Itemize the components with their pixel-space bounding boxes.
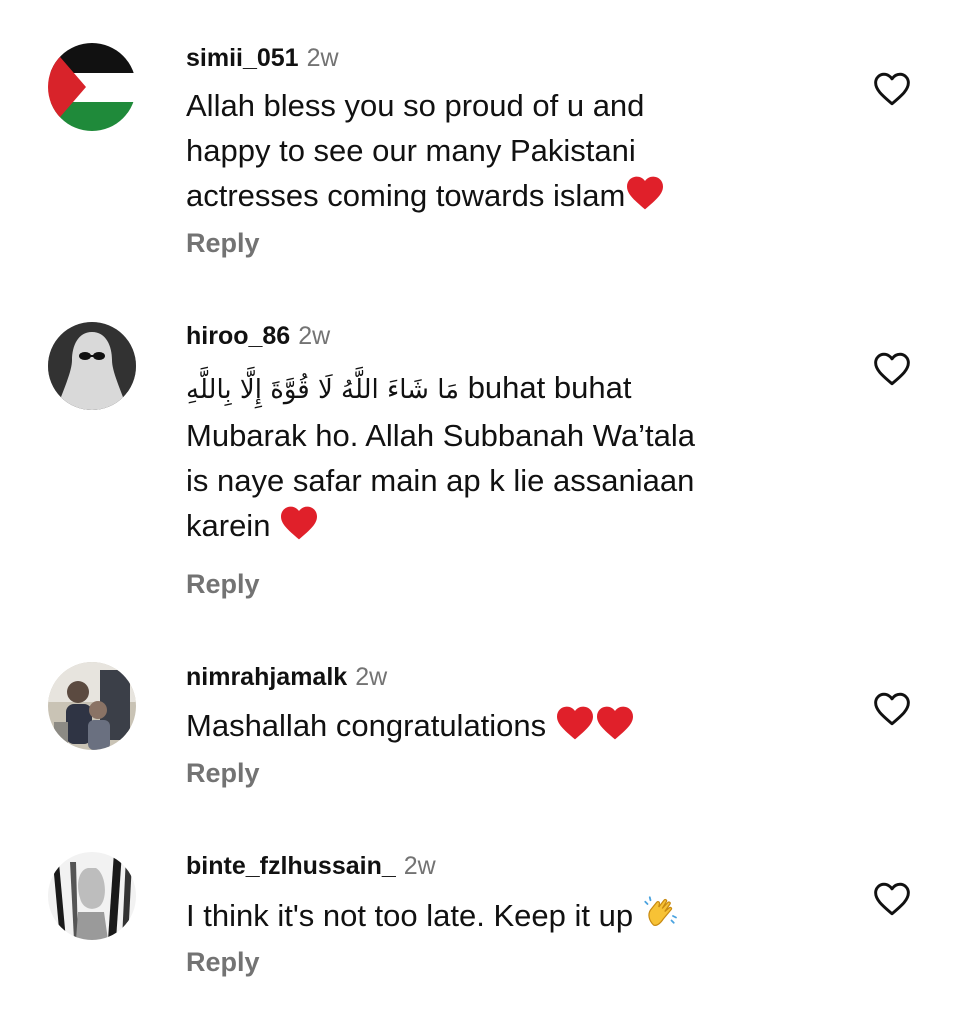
comment-text-line: I think it's not too late. Keep it up (186, 893, 826, 938)
comment-text-segment: I think it's not too late. Keep it up (186, 898, 634, 933)
comment-item: binte_fzlhussain_ 2w I think it's not too… (0, 0, 967, 1010)
clapping-hands-emoji (644, 896, 677, 926)
username[interactable]: binte_fzlhussain_ (186, 852, 396, 880)
reply-button[interactable]: Reply (186, 946, 260, 978)
comment-text: I think it's not too late. Keep it up (186, 893, 826, 938)
like-button[interactable] (872, 881, 912, 917)
avatar[interactable] (48, 852, 136, 940)
sketch-avatar-image (48, 852, 136, 940)
heart-outline-icon (874, 882, 910, 916)
timestamp: 2w (403, 852, 436, 880)
comment-header: binte_fzlhussain_ 2w (186, 851, 436, 881)
